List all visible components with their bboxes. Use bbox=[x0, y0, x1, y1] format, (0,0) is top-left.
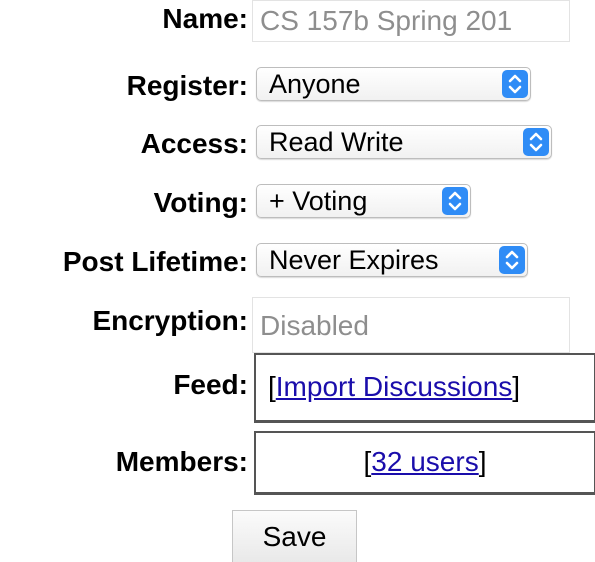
name-field[interactable]: CS 157b Spring 201 bbox=[252, 0, 570, 42]
post-lifetime-label: Post Lifetime: bbox=[62, 246, 248, 277]
post-lifetime-select[interactable]: Never Expires bbox=[256, 243, 528, 277]
updown-chevron-icon bbox=[499, 246, 525, 274]
updown-chevron-icon bbox=[523, 128, 549, 156]
voting-select-value: + Voting bbox=[269, 186, 368, 216]
encryption-field: Disabled bbox=[252, 297, 570, 353]
name-label: Name: bbox=[162, 3, 248, 34]
access-select-value: Read Write bbox=[269, 127, 404, 157]
register-select[interactable]: Anyone bbox=[256, 67, 531, 101]
register-label: Register: bbox=[126, 70, 248, 101]
updown-chevron-icon bbox=[502, 70, 528, 98]
access-label: Access: bbox=[140, 128, 248, 159]
import-discussions-link[interactable]: Import Discussions bbox=[276, 371, 513, 402]
members-link[interactable]: 32 users bbox=[371, 446, 478, 477]
feed-open-bracket: [ bbox=[268, 371, 276, 402]
save-button[interactable]: Save bbox=[232, 510, 357, 562]
encryption-label: Encryption: bbox=[92, 305, 248, 336]
feed-cell: [Import Discussions] bbox=[254, 353, 595, 423]
register-select-value: Anyone bbox=[269, 69, 361, 99]
updown-chevron-icon bbox=[442, 187, 468, 215]
post-lifetime-select-value: Never Expires bbox=[269, 245, 439, 275]
members-close-bracket: ] bbox=[478, 446, 487, 477]
feed-label: Feed: bbox=[173, 369, 248, 400]
voting-select[interactable]: + Voting bbox=[256, 184, 471, 218]
voting-label: Voting: bbox=[153, 187, 248, 218]
members-label: Members: bbox=[115, 446, 248, 477]
feed-close-bracket: ] bbox=[512, 371, 521, 402]
access-select[interactable]: Read Write bbox=[256, 125, 552, 159]
members-cell: [32 users] bbox=[254, 431, 595, 495]
